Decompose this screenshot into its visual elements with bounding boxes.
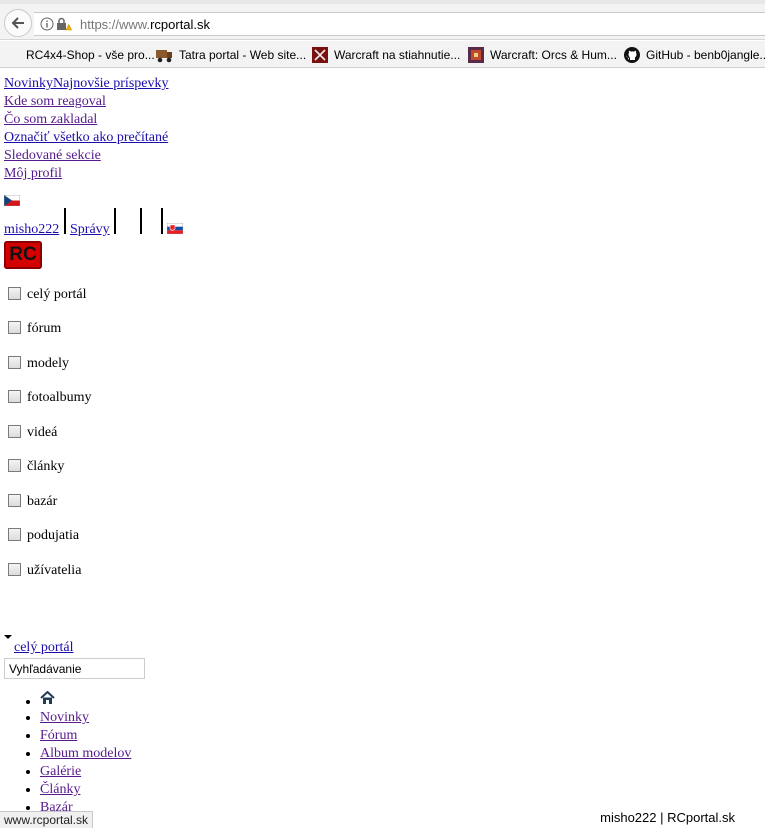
warcraft-game-favicon [468,47,484,63]
back-arrow-icon [11,17,24,29]
divider [161,208,163,234]
checkbox[interactable] [8,389,21,403]
divider [114,208,116,234]
filter-users[interactable]: užívatelia [8,561,81,581]
info-icon[interactable] [40,17,54,31]
filter-bazaar[interactable]: bazár [8,492,57,512]
messages-link[interactable]: Správy [70,222,110,238]
home-icon [40,690,55,704]
nav-link-news[interactable]: Novinky [40,710,89,725]
checkbox[interactable] [8,527,21,541]
warcraft-favicon [312,47,328,63]
url-protocol: https://www. [80,16,151,32]
filter-all-portal[interactable]: celý portál [8,285,86,305]
menu-link-started[interactable]: Čo som zakladal [4,111,168,129]
url-host: rcportal.sk [150,16,211,32]
browser-toolbar: https://www. rcportal.sk [0,0,765,40]
search-scope-link[interactable]: celý portál [14,640,73,656]
filter-videos[interactable]: videá [8,423,57,443]
back-button[interactable] [4,9,32,37]
filter-events[interactable]: podujatia [8,526,79,546]
nav-link-articles[interactable]: Články [40,782,80,797]
filter-label: užívatelia [27,563,82,578]
status-bar-url: www.rcportal.sk [0,811,94,828]
footer-text: misho222 | RCportal.sk [600,810,735,825]
filter-label: fórum [27,321,62,336]
bookmark-warcraft-orcs[interactable]: Warcraft: Orcs & Hum... [468,46,617,64]
nav-link-forum[interactable]: Fórum [40,728,77,743]
menu-link-news[interactable]: NovinkyNajnovšie príspevky [4,75,168,93]
divider [64,208,66,234]
filter-models[interactable]: modely [8,354,69,374]
checkbox[interactable] [8,355,21,369]
bookmark-rc4x4[interactable]: RC4x4-Shop - vše pro... [6,46,155,64]
filter-label: články [27,459,65,474]
czech-flag-icon[interactable] [4,195,20,206]
nav-item-news: Novinky [40,709,131,727]
bookmark-label: Warcraft: Orcs & Hum... [490,48,617,62]
bookmark-tatra-portal[interactable]: Tatra portal - Web site... [156,46,306,64]
github-icon [624,47,640,63]
bookmark-warcraft-download[interactable]: Warcraft na stiahnutie... [312,46,460,64]
dropdown-triangle-icon[interactable] [4,635,12,639]
search-input[interactable] [4,658,145,679]
checkbox[interactable] [8,458,21,472]
nav-item-galleries: Galérie [40,763,131,781]
nav-item-forum: Fórum [40,727,131,745]
truck-favicon [156,49,172,62]
checkbox[interactable] [8,562,21,576]
main-nav: Novinky Fórum Album modelov Galérie Člán… [0,690,131,817]
filter-label: podujatia [27,528,80,543]
address-bar[interactable]: https://www. rcportal.sk [34,12,765,36]
nav-item-model-album: Album modelov [40,745,131,763]
rc-logo[interactable]: RC [4,241,42,269]
filter-label: bazár [27,494,58,509]
bookmark-github[interactable]: GitHub - benb0jangle... [624,46,765,64]
nav-link-model-album[interactable]: Album modelov [40,746,131,761]
checkbox[interactable] [8,320,21,334]
filter-photoalbums[interactable]: fotoalbumy [8,388,92,408]
menu-link-profile[interactable]: Môj profil [4,165,168,183]
username-link[interactable]: misho222 [4,222,59,238]
bookmark-label: Warcraft na stiahnutie... [334,48,461,62]
checkbox[interactable] [8,424,21,438]
menu-link-mark-read[interactable]: Označiť všetko ako prečítané [4,129,168,147]
slovak-flag-icon[interactable] [167,223,183,234]
tab-strip-edge [0,0,765,4]
bookmark-label: GitHub - benb0jangle... [646,48,765,62]
filter-forum[interactable]: fórum [8,319,61,339]
bookmark-label: Tatra portal - Web site... [179,48,307,62]
checkbox[interactable] [8,493,21,507]
filter-label: videá [27,425,58,440]
filter-articles[interactable]: články [8,457,64,477]
bookmarks-toolbar: RC4x4-Shop - vše pro... Tatra portal - W… [0,41,765,68]
nav-link-galleries[interactable]: Galérie [40,764,81,779]
checkbox[interactable] [8,286,21,300]
nav-item-articles: Články [40,781,131,799]
bookmark-label: RC4x4-Shop - vše pro... [26,48,155,62]
menu-link-watched[interactable]: Sledované sekcie [4,147,168,165]
divider [140,208,142,234]
nav-item-home [40,690,131,709]
home-link[interactable] [40,690,55,709]
filter-label: fotoalbumy [27,390,92,405]
filter-label: modely [27,356,69,371]
insecure-lock-icon[interactable] [56,17,72,31]
menu-link-replied[interactable]: Kde som reagoval [4,93,168,111]
user-menu: NovinkyNajnovšie príspevky Kde som reago… [4,75,168,183]
filter-label: celý portál [27,287,87,302]
